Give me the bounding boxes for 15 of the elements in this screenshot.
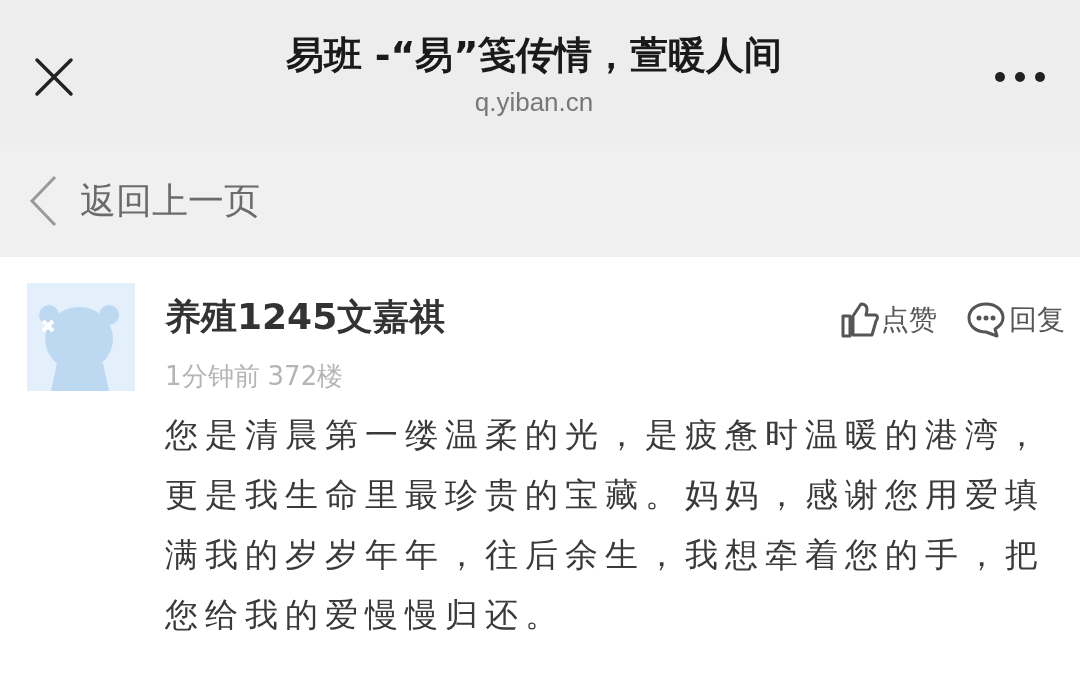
comment-text: 您是清晨第一缕温柔的光，是疲惫时温暖的港湾，更是我生命里最珍贵的宝藏。妈妈，感谢您用爱填满我的岁岁年年，往后余生，我想牵着您的手，把您给我的爱慢慢归还。 — [165, 414, 1046, 636]
back-chevron-icon — [28, 174, 58, 228]
speech-bubble-icon — [967, 302, 1005, 338]
close-icon[interactable] — [34, 56, 74, 97]
reply-button[interactable]: 回复 — [967, 299, 1065, 341]
more-icon[interactable] — [994, 70, 1046, 83]
avatar-icon — [27, 283, 135, 391]
floor-number: 372楼 — [267, 360, 344, 393]
like-button[interactable]: 点赞 — [841, 299, 937, 341]
thumbs-up-icon — [841, 302, 879, 338]
back-link[interactable]: 返回上一页 — [28, 174, 260, 228]
page-url: q.yiban.cn — [474, 85, 594, 119]
author-name: 养殖1245文嘉祺 — [165, 295, 446, 339]
post-time: 1分钟前 — [165, 360, 260, 393]
page-title: 易班 -“易”笺传情，萱暖人间 — [285, 31, 783, 79]
